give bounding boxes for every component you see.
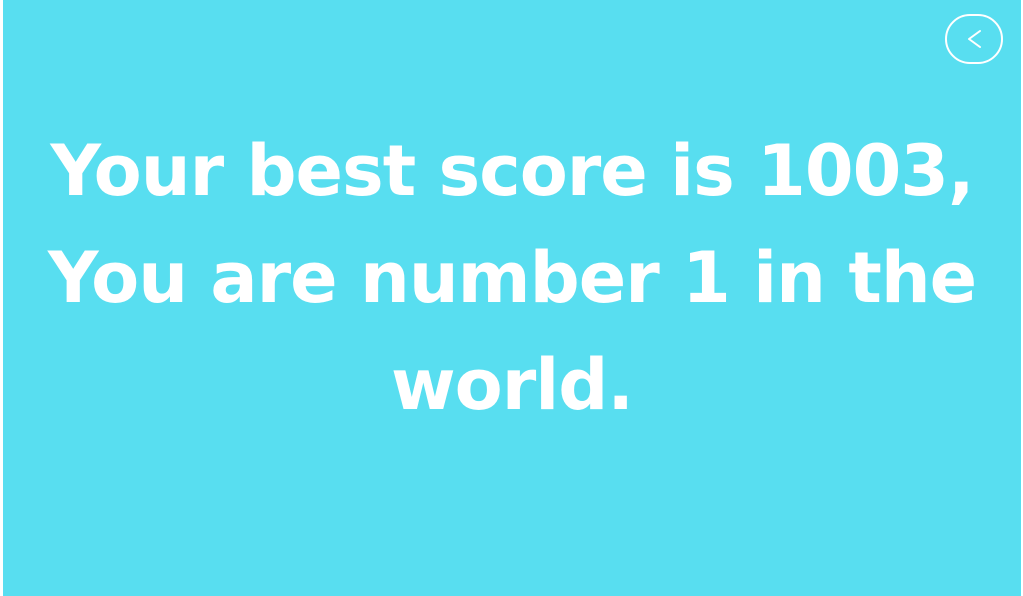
score-screen: Your best score is 1003, You are number …: [3, 0, 1021, 596]
best-score-message: Your best score is 1003, You are number …: [3, 118, 1021, 439]
chevron-left-icon: [965, 28, 983, 50]
message-line-3: world.: [391, 344, 634, 426]
message-line-1: Your best score is 1003,: [50, 130, 974, 212]
back-button[interactable]: [945, 14, 1003, 64]
message-line-2: You are number 1 in the: [47, 237, 977, 319]
